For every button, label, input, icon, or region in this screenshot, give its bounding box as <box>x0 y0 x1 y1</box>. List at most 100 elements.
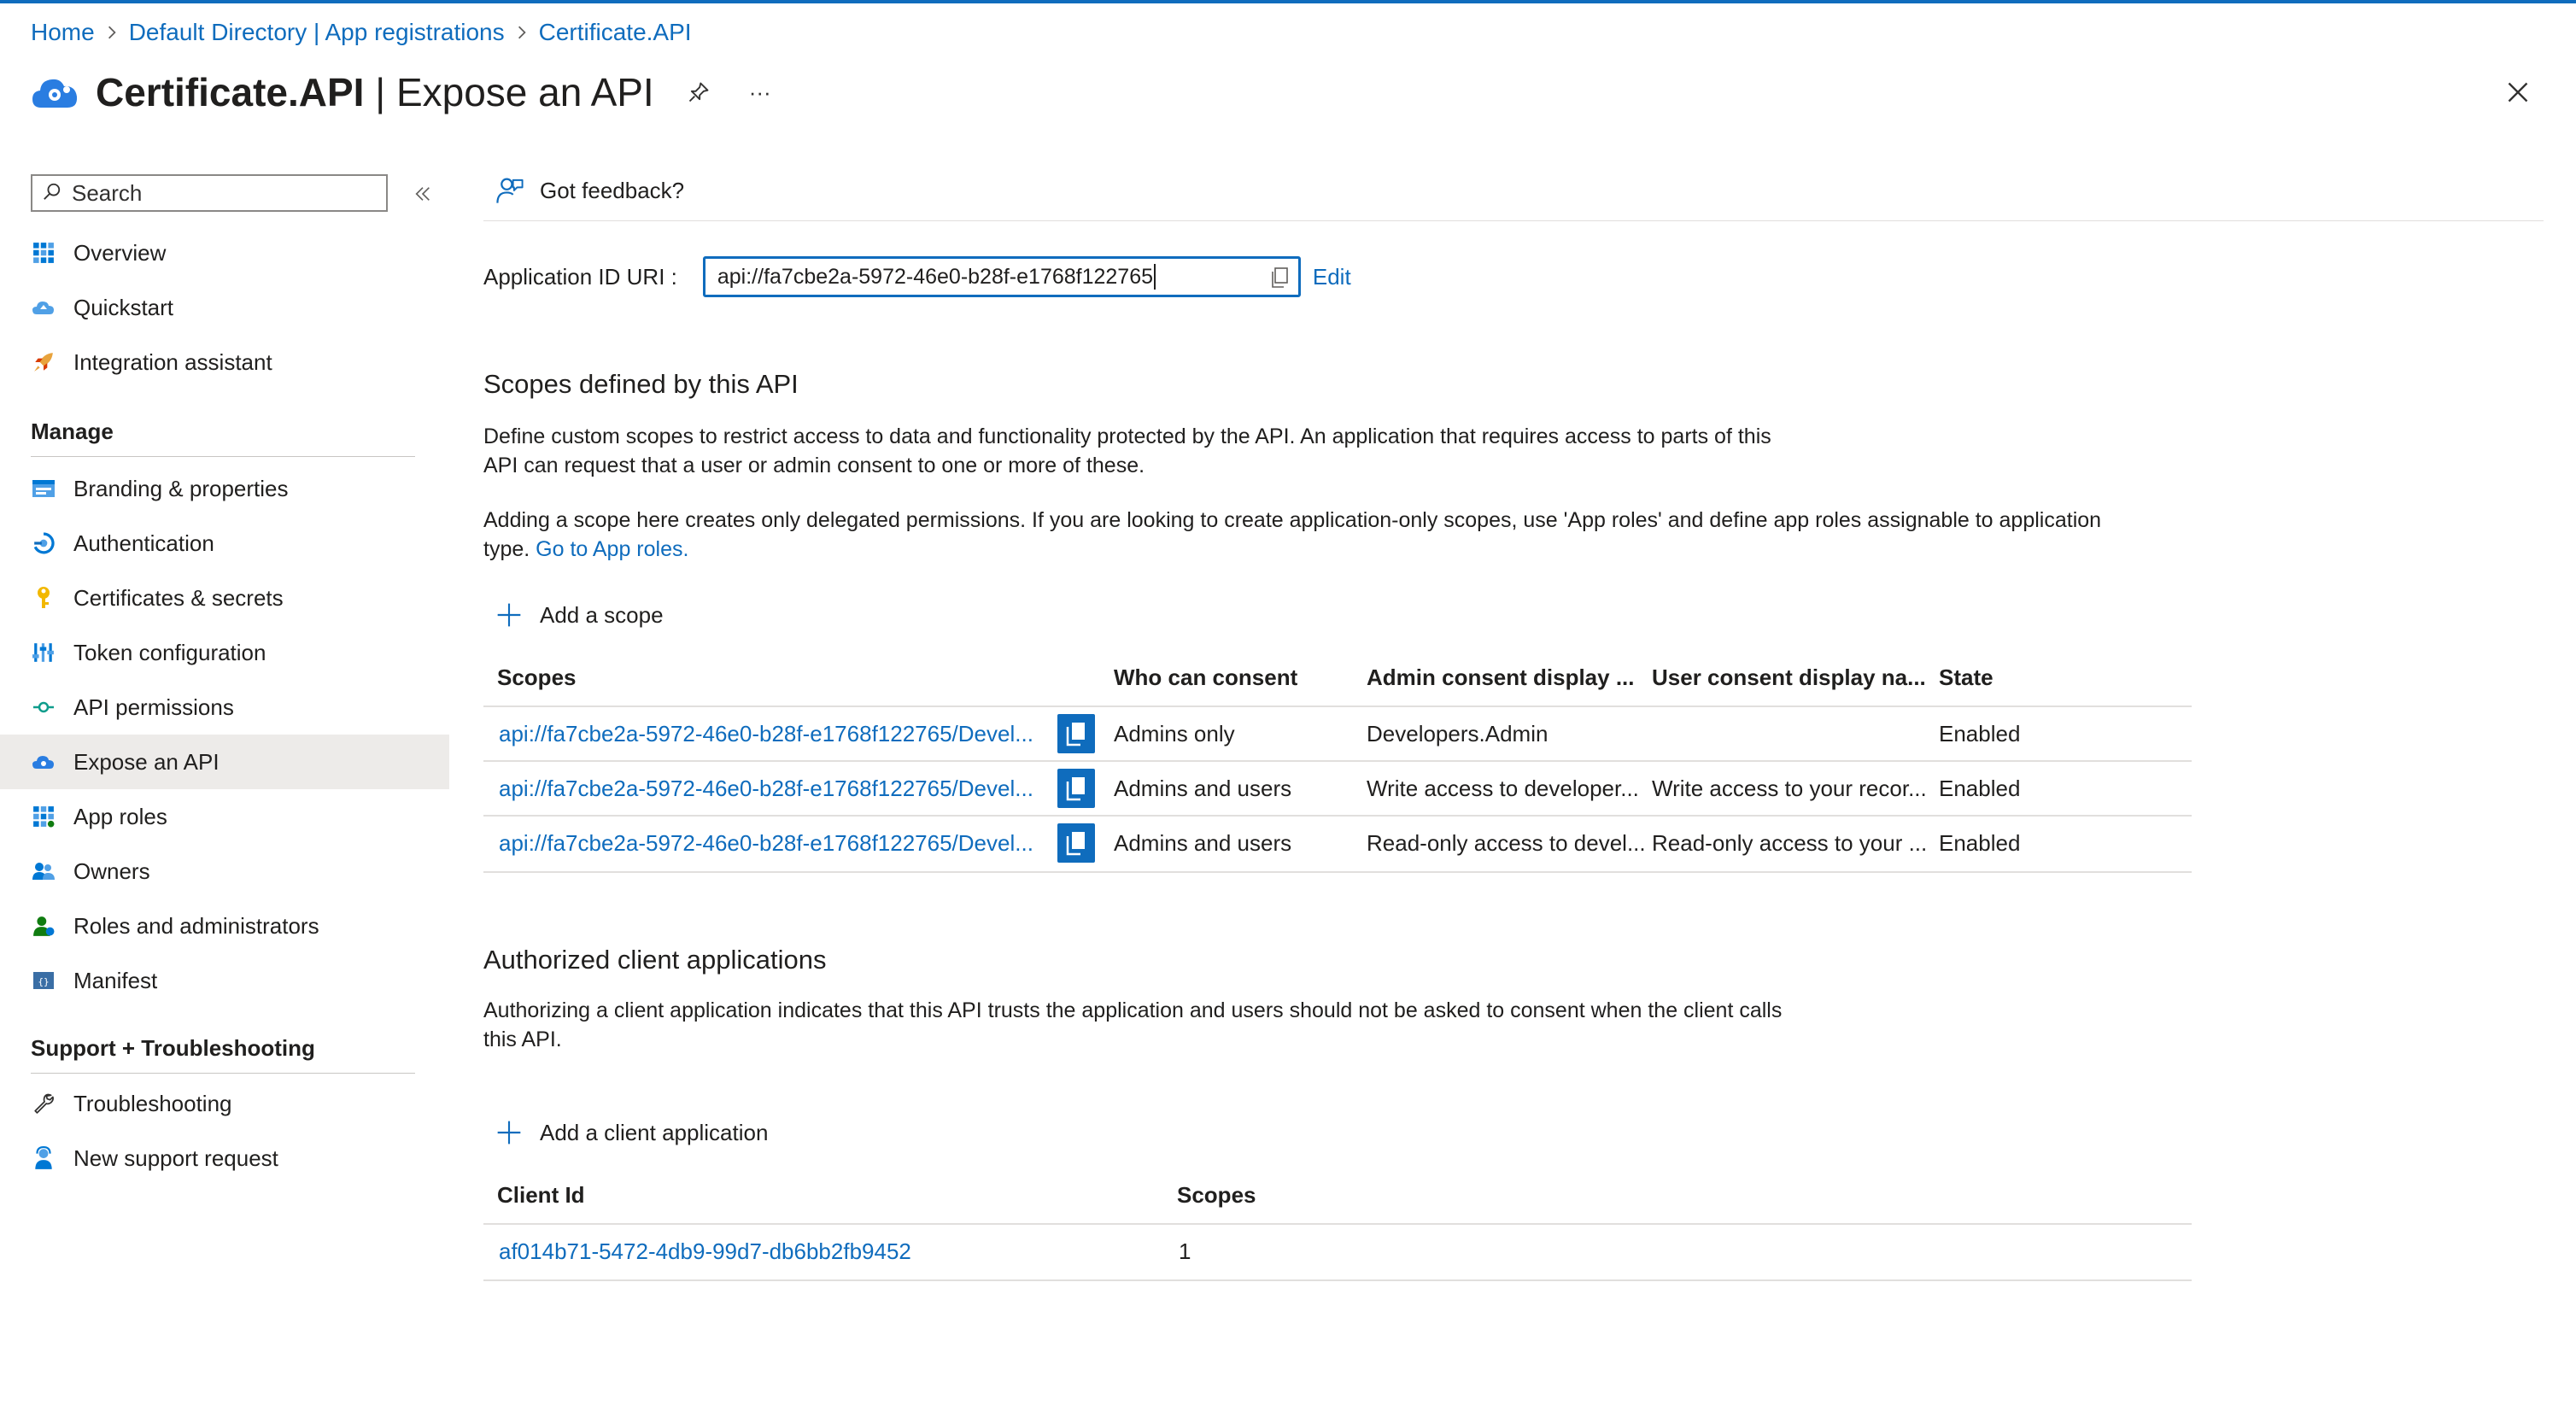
breadcrumb-certificate-api[interactable]: Certificate.API <box>539 19 692 46</box>
sidebar-item-roles-and-administrators[interactable]: Roles and administrators <box>0 899 449 953</box>
sidebar-item-label: Expose an API <box>73 748 220 775</box>
sidebar-item-new-support-request[interactable]: New support request <box>0 1131 449 1186</box>
roles-icon <box>31 913 56 939</box>
collapse-sidebar-icon[interactable] <box>408 179 437 208</box>
sidebar-item-label: Integration assistant <box>73 348 272 375</box>
table-row: af014b71-5472-4db9-99d7-db6bb2fb9452 1 <box>483 1223 2192 1281</box>
sidebar-divider <box>31 456 415 457</box>
sidebar-item-label: Quickstart <box>73 294 174 320</box>
table-row: api://fa7cbe2a-5972-46e0-b28f-e1768f1227… <box>483 706 2192 762</box>
sidebar-item-owners[interactable]: Owners <box>0 844 449 899</box>
scopes-note: Adding a scope here creates only delegat… <box>483 508 2102 561</box>
sidebar-item-token-configuration[interactable]: Token configuration <box>0 625 449 680</box>
sidebar-item-certificates[interactable]: Certificates & secrets <box>0 571 449 625</box>
sidebar-item-api-permissions[interactable]: API permissions <box>0 680 449 735</box>
column-header: User consent display na... <box>1652 665 1926 690</box>
sidebar-item-integration-assistant[interactable]: Integration assistant <box>0 335 449 389</box>
app-cloud-icon <box>32 79 78 108</box>
search-input[interactable] <box>70 179 364 208</box>
client-id-link[interactable]: af014b71-5472-4db9-99d7-db6bb2fb9452 <box>499 1238 911 1265</box>
clients-description: Authorizing a client application indicat… <box>483 998 1783 1051</box>
column-header: Scopes <box>497 665 577 690</box>
column-header: Client Id <box>497 1182 585 1208</box>
page-header: Certificate.API | Expose an API ··· <box>29 65 777 120</box>
sidebar-item-label: App roles <box>73 803 167 829</box>
go-to-app-roles-link[interactable]: Go to App roles. <box>536 537 688 561</box>
overview-icon <box>31 240 56 266</box>
authentication-icon <box>31 530 56 556</box>
user-consent-display: Write access to your recor... <box>1652 776 1927 801</box>
close-icon[interactable] <box>2499 73 2537 111</box>
column-header: Admin consent display ... <box>1367 665 1635 690</box>
sidebar-item-troubleshooting[interactable]: Troubleshooting <box>0 1076 449 1131</box>
more-options-button[interactable]: ··· <box>743 75 777 109</box>
svg-text:{}: {} <box>38 976 49 987</box>
user-consent-display: Read-only access to your ... <box>1652 830 1928 856</box>
edit-uri-link[interactable]: Edit <box>1313 264 1351 290</box>
scope-state: Enabled <box>1939 830 2021 856</box>
wrench-icon <box>31 1091 56 1116</box>
copy-scope-button[interactable] <box>1057 714 1095 753</box>
add-client-application-button[interactable]: Add a client application <box>495 1119 768 1146</box>
sidebar-item-label: Certificates & secrets <box>73 584 284 611</box>
breadcrumb: Home Default Directory | App registratio… <box>31 19 692 46</box>
admin-consent-display: Developers.Admin <box>1367 721 1549 746</box>
sidebar-item-label: API permissions <box>73 694 234 720</box>
chevron-right-icon <box>505 25 539 40</box>
scopes-description: Define custom scopes to restrict access … <box>483 424 1771 477</box>
text-cursor <box>1154 264 1156 290</box>
client-scopes-count: 1 <box>1179 1238 1191 1264</box>
sidebar-section-manage: Manage <box>31 419 114 444</box>
sidebar-item-manifest[interactable]: {} Manifest <box>0 953 449 1008</box>
feedback-label: Got feedback? <box>540 177 685 203</box>
key-icon <box>31 585 56 611</box>
page-title: Certificate.API | Expose an API <box>96 70 654 114</box>
plus-icon <box>497 603 521 627</box>
search-icon <box>43 182 61 205</box>
scope-link[interactable]: api://fa7cbe2a-5972-46e0-b28f-e1768f1227… <box>499 830 1033 857</box>
sidebar-item-label: Branding & properties <box>73 475 289 501</box>
sidebar-item-app-roles[interactable]: App roles <box>0 789 449 844</box>
admin-consent-display: Read-only access to devel... <box>1367 830 1646 856</box>
column-header: Who can consent <box>1114 665 1298 690</box>
top-accent-bar <box>0 0 2576 3</box>
app-id-uri-value: api://fa7cbe2a-5972-46e0-b28f-e1768f1227… <box>717 264 1154 289</box>
app-roles-icon <box>31 804 56 829</box>
feedback-icon <box>496 178 524 203</box>
manifest-icon: {} <box>31 968 56 993</box>
copy-icon[interactable] <box>1269 266 1290 295</box>
scope-link[interactable]: api://fa7cbe2a-5972-46e0-b28f-e1768f1227… <box>499 721 1033 747</box>
sidebar-item-branding[interactable]: Branding & properties <box>0 461 449 516</box>
add-scope-label: Add a scope <box>540 601 664 628</box>
breadcrumb-home[interactable]: Home <box>31 19 95 46</box>
sidebar-item-label: Troubleshooting <box>73 1090 232 1116</box>
breadcrumb-app-registrations[interactable]: Default Directory | App registrations <box>129 19 505 46</box>
sidebar-item-label: Overview <box>73 239 167 266</box>
sidebar-item-expose-an-api[interactable]: Expose an API <box>0 735 449 789</box>
feedback-button[interactable]: Got feedback? <box>495 176 684 205</box>
pin-icon[interactable] <box>682 75 716 109</box>
command-bar-divider <box>483 220 2544 221</box>
plus-icon <box>497 1121 521 1145</box>
copy-scope-button[interactable] <box>1057 769 1095 808</box>
add-scope-button[interactable]: Add a scope <box>495 601 664 629</box>
column-header: Scopes <box>1177 1182 1256 1208</box>
api-permissions-icon <box>31 694 56 720</box>
token-icon <box>31 640 56 665</box>
owners-icon <box>31 858 56 884</box>
sidebar-search[interactable] <box>31 174 388 212</box>
sidebar-item-overview[interactable]: Overview <box>0 225 449 280</box>
add-client-label: Add a client application <box>540 1119 769 1145</box>
sidebar-item-quickstart[interactable]: Quickstart <box>0 280 449 335</box>
scope-link[interactable]: api://fa7cbe2a-5972-46e0-b28f-e1768f1227… <box>499 776 1033 802</box>
rocket-icon <box>31 349 56 375</box>
cloud-icon <box>31 749 56 775</box>
sidebar-item-authentication[interactable]: Authentication <box>0 516 449 571</box>
app-id-uri-field[interactable]: api://fa7cbe2a-5972-46e0-b28f-e1768f1227… <box>702 256 1301 297</box>
copy-scope-button[interactable] <box>1057 823 1095 863</box>
table-row: api://fa7cbe2a-5972-46e0-b28f-e1768f1227… <box>483 815 2192 873</box>
sidebar-item-label: Authentication <box>73 530 214 556</box>
who-can-consent: Admins only <box>1114 721 1235 746</box>
quickstart-icon <box>31 295 56 320</box>
sidebar-item-label: New support request <box>73 1145 278 1171</box>
